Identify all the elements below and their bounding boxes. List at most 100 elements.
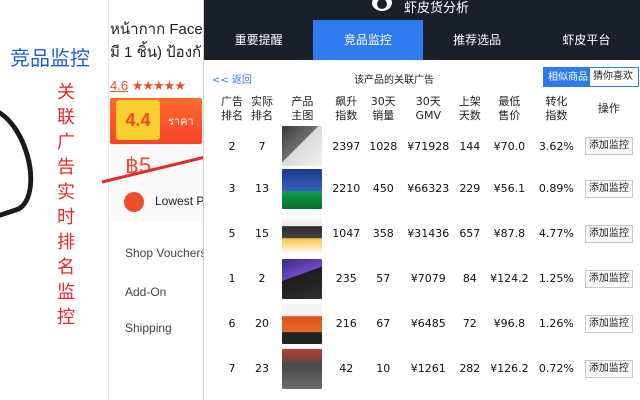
sales-30d-cell: 67 <box>376 317 391 330</box>
promo-banner-text: ราคา <box>168 115 194 128</box>
header-line: 销量 <box>372 109 395 122</box>
action-cell: 添加监控 <box>579 301 639 346</box>
header-line: 上架 <box>458 95 481 108</box>
panel-subbar: << 返回 该产品的关联广告 相似商品 猜你喜欢 <box>204 60 640 92</box>
action-cell: 添加监控 <box>579 211 639 256</box>
action-cell: 添加监控 <box>579 166 639 211</box>
annotation-char: 控 <box>57 307 75 328</box>
panel-app-name: 虾皮货分析 <box>404 1 470 16</box>
header-line: 转化 <box>545 95 568 108</box>
conversion-index-cell: 3.62% <box>538 139 574 153</box>
real-rank-cell: 15 <box>255 227 270 240</box>
tab-shopee-platform[interactable]: 虾皮平台 <box>532 20 640 60</box>
sales-30d-cell: 57 <box>376 272 391 285</box>
thumbnail-cell <box>277 166 328 211</box>
listing-days-cell: 229 <box>459 182 481 195</box>
shopee-analysis-panel: 虾皮货分析 重要提醒 竞品监控 推荐选品 虾皮平台 << 返回 该产品的关联广告 相似… <box>203 0 640 400</box>
header-line: 排名 <box>221 109 243 122</box>
add-monitor-button[interactable]: 添加监控 <box>584 224 633 243</box>
header-line: 指数 <box>545 109 568 122</box>
gmv-30d-header: 30天 GMV <box>402 92 455 126</box>
header-line: 主图 <box>291 109 314 122</box>
product-thumbnail-image[interactable] <box>282 126 323 166</box>
add-monitor-button[interactable]: 添加监控 <box>584 137 633 155</box>
rating-value: 4.6 <box>110 78 129 93</box>
thumbnail-cell <box>277 256 328 301</box>
header-line: 售价 <box>498 109 521 122</box>
back-link[interactable]: << 返回 <box>212 71 252 86</box>
promo-banner[interactable]: 4.4 ราคา <box>110 98 202 144</box>
similar-products-button[interactable]: 相似商品 <box>543 67 593 87</box>
listing-days-cell: 657 <box>459 227 481 240</box>
product-thumbnail-image[interactable] <box>282 258 323 299</box>
real-rank-cell: 13 <box>255 182 270 195</box>
min-price-cell: ¥96.8 <box>493 317 526 330</box>
product-rating[interactable]: 4.6 ★★★★★ <box>110 78 186 94</box>
product-title-line-2: มี 1 ชิ้น) ป้องกั <box>110 44 202 61</box>
gmv-30d-cell: ¥1261 <box>410 362 446 375</box>
product-thumbnail-image[interactable] <box>282 168 323 209</box>
min-price-cell: ¥87.8 <box>493 227 526 240</box>
add-monitor-button[interactable]: 添加监控 <box>584 269 633 288</box>
thumbnail-cell <box>277 126 328 166</box>
related-ads-table: 广告 排名 实际 排名 产品 主图 飙升 指数 30天 销量 30天 GMV 上架 天数 最低 售价 转化 指数操… <box>217 92 639 391</box>
product-thumbnail-image[interactable] <box>282 348 323 389</box>
shipping-link[interactable]: Shipping <box>125 321 172 335</box>
gmv-30d-cell: ¥71928 <box>407 139 450 153</box>
conversion-index-header: 转化 指数 <box>534 92 579 126</box>
main-image-header: 产品 主图 <box>277 92 328 126</box>
guess-you-like-button[interactable]: 猜你喜欢 <box>589 67 639 87</box>
add-on-link[interactable]: Add-On <box>125 285 166 299</box>
add-monitor-button[interactable]: 添加监控 <box>584 359 633 378</box>
product-thumbnail-image[interactable] <box>282 303 323 344</box>
lowest-price-badge-icon <box>124 192 144 212</box>
surge-index-cell: 1047 <box>332 227 361 240</box>
listing-days-cell: 282 <box>459 362 481 375</box>
tab-important-alerts[interactable]: 重要提醒 <box>204 20 313 60</box>
annotation-char: 名 <box>57 257 75 278</box>
annotation-char: 联 <box>57 107 75 128</box>
action-cell: 添加监控 <box>579 126 639 166</box>
action-cell: 添加监控 <box>579 256 639 301</box>
real-rank-cell: 20 <box>255 317 270 330</box>
header-line: 广告 <box>221 95 243 108</box>
product-thumbnail-image[interactable] <box>282 213 323 254</box>
vertical-annotation: 关联广告实时排名监控 <box>55 80 77 330</box>
header-line: 实际 <box>251 95 274 108</box>
rating-stars-icon: ★★★★★ <box>131 78 186 93</box>
min-price-header: 最低 售价 <box>485 92 534 126</box>
tab-recommended-products[interactable]: 推荐选品 <box>423 20 532 60</box>
real-rank-cell: 2 <box>258 272 266 285</box>
gmv-30d-cell: ¥31436 <box>407 227 450 240</box>
listing-days-header: 上架 天数 <box>455 92 485 126</box>
gmv-30d-cell: ¥7079 <box>410 272 446 285</box>
surge-index-cell: 2397 <box>332 139 361 153</box>
lowest-price-label: Lowest P <box>155 194 205 208</box>
header-line: 操作 <box>597 102 620 115</box>
add-monitor-button[interactable]: 添加监控 <box>584 179 633 198</box>
surge-index-cell: 2210 <box>332 182 361 195</box>
annotation-char: 实 <box>57 182 75 203</box>
conversion-index-cell: 0.72% <box>538 362 574 375</box>
ad-rank-header: 广告 排名 <box>217 92 247 126</box>
ad-rank-cell: 5 <box>228 227 236 240</box>
ad-rank-cell: 2 <box>228 139 236 153</box>
annotation-char: 排 <box>57 232 75 253</box>
surge-index-cell: 42 <box>339 362 354 375</box>
listing-days-cell: 72 <box>462 317 477 330</box>
action-header: 操作 <box>579 92 639 126</box>
panel-tabs: 重要提醒 竞品监控 推荐选品 虾皮平台 <box>204 20 640 60</box>
add-monitor-button[interactable]: 添加监控 <box>584 314 633 333</box>
shop-vouchers-link[interactable]: Shop Vouchers <box>125 246 206 260</box>
conversion-index-cell: 4.77% <box>538 227 574 240</box>
tab-competitor-monitor[interactable]: 竞品监控 <box>313 20 423 60</box>
action-cell: 添加监控 <box>579 346 639 391</box>
real-rank-cell: 23 <box>255 362 270 375</box>
annotation-char: 广 <box>57 132 75 153</box>
min-price-cell: ¥126.2 <box>490 362 529 375</box>
promo-banner-number: 4.4 <box>116 100 160 140</box>
min-price-cell: ¥124.2 <box>490 272 529 285</box>
sales-30d-header: 30天 销量 <box>365 92 402 126</box>
surge-index-cell: 216 <box>335 317 357 330</box>
gmv-30d-cell: ¥66323 <box>407 182 450 195</box>
